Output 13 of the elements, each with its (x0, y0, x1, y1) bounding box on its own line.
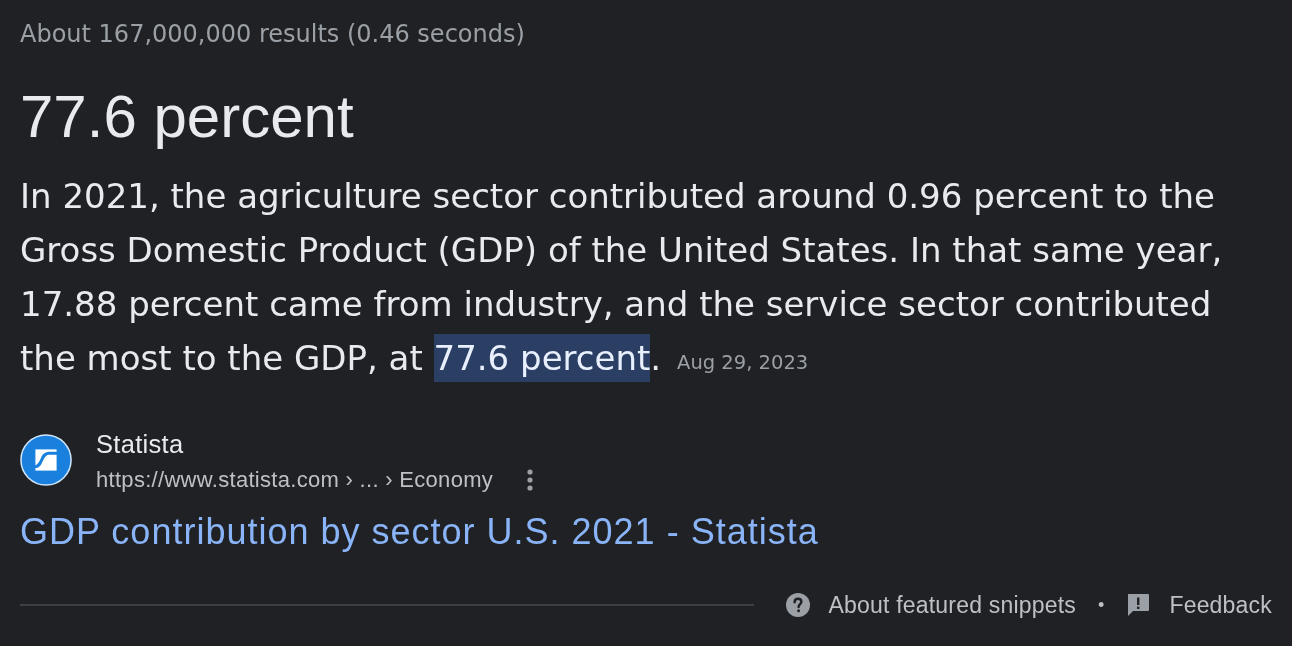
site-name[interactable]: Statista (96, 430, 184, 458)
answer-heading: 77.6 percent (20, 82, 354, 152)
logo-icon[interactable] (20, 434, 72, 486)
separator-dot: • (1098, 594, 1105, 616)
publish-date: Aug 29, 2023 (677, 350, 809, 376)
help-link[interactable]: About featured snippets (785, 591, 1077, 619)
result-stats: About 167,000,000 results (0.46 seconds) (20, 19, 525, 49)
site-url[interactable]: https://www.statista.com › ... › Economy (96, 467, 494, 493)
exclamation-bubble-icon (1126, 593, 1151, 617)
help-icon (785, 593, 810, 617)
result-title-link[interactable]: GDP contribution by sector U.S. 2021 - Statista (20, 510, 819, 554)
more-options-icon[interactable] (527, 469, 534, 491)
feedback-link[interactable]: Feedback (1126, 591, 1272, 619)
